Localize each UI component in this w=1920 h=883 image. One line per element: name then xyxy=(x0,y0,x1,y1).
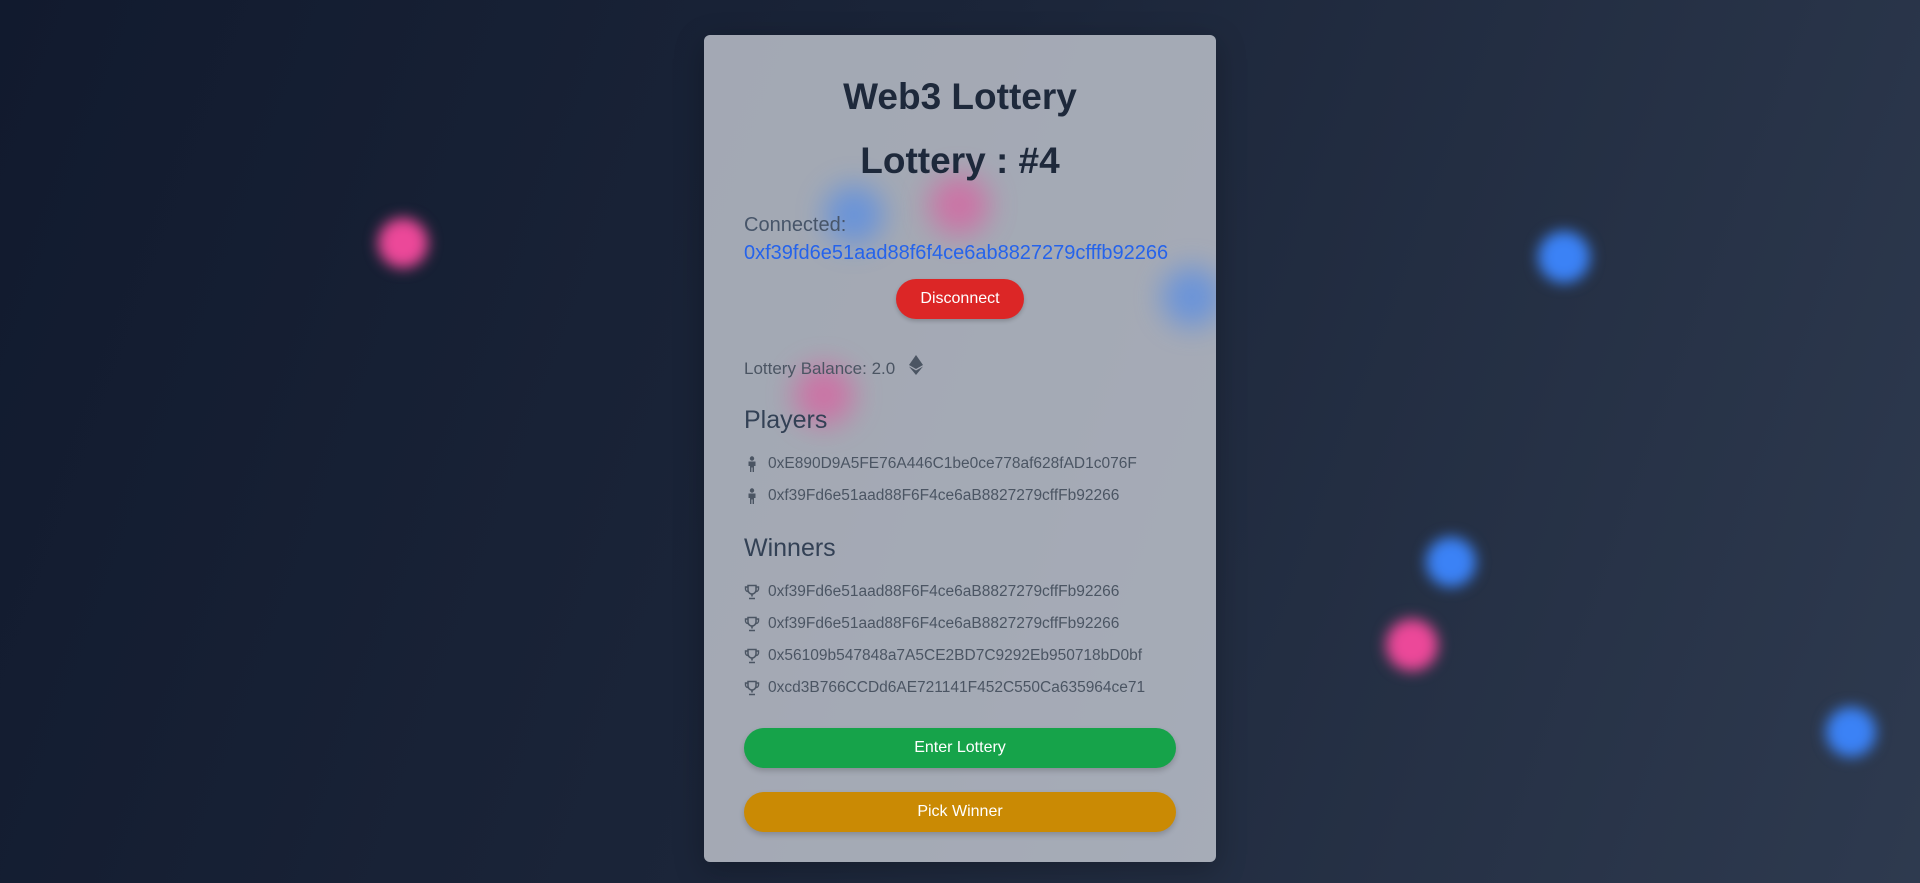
players-list: 0xE890D9A5FE76A446C1be0ce778af628fAD1c07… xyxy=(744,448,1176,512)
winner-address: 0xcd3B766CCDd6AE721141F452C550Ca635964ce… xyxy=(768,679,1146,696)
person-icon xyxy=(744,456,760,472)
ethereum-icon xyxy=(909,355,924,382)
winner-list-item: 0xf39Fd6e51aad88F6F4ce6aB8827279cffFb922… xyxy=(744,608,1176,640)
winner-address: 0xf39Fd6e51aad88F6F4ce6aB8827279cffFb922… xyxy=(768,615,1120,632)
player-list-item: 0xf39Fd6e51aad88F6F4ce6aB8827279cffFb922… xyxy=(744,480,1176,512)
winners-heading: Winners xyxy=(744,534,836,562)
player-list-item: 0xE890D9A5FE76A446C1be0ce778af628fAD1c07… xyxy=(744,448,1176,480)
player-address: 0xE890D9A5FE76A446C1be0ce778af628fAD1c07… xyxy=(768,455,1137,472)
background-orb-pink xyxy=(378,218,428,268)
person-icon xyxy=(744,488,760,504)
background-orb-blue xyxy=(1826,707,1876,757)
players-heading: Players xyxy=(744,406,828,434)
winners-list: 0xf39Fd6e51aad88F6F4ce6aB8827279cffFb922… xyxy=(744,576,1176,704)
disconnect-button[interactable]: Disconnect xyxy=(896,279,1024,319)
winner-list-item: 0xcd3B766CCDd6AE721141F452C550Ca635964ce… xyxy=(744,672,1176,704)
trophy-icon xyxy=(744,584,760,600)
winner-list-item: 0x56109b547848a7A5CE2BD7C9292Eb950718bD0… xyxy=(744,640,1176,672)
winner-address: 0xf39Fd6e51aad88F6F4ce6aB8827279cffFb922… xyxy=(768,583,1120,600)
lottery-balance-text: Lottery Balance: 2.0 xyxy=(744,358,896,378)
background-orb-blue xyxy=(1538,231,1590,283)
lottery-balance: Lottery Balance: 2.0 xyxy=(744,355,1176,382)
app-title: Web3 Lottery xyxy=(843,76,1077,117)
trophy-icon xyxy=(744,616,760,632)
connected-label: Connected: xyxy=(744,214,847,236)
winner-address: 0x56109b547848a7A5CE2BD7C9292Eb950718bD0… xyxy=(768,647,1143,664)
trophy-icon xyxy=(744,680,760,696)
lottery-card: Web3 Lottery Lottery : #4 Connected: 0xf… xyxy=(704,35,1216,862)
wallet-address: 0xf39fd6e51aad88f6f4ce6ab8827279cfffb922… xyxy=(744,242,1169,264)
pick-winner-button[interactable]: Pick Winner xyxy=(744,792,1176,832)
lottery-id-heading: Lottery : #4 xyxy=(860,140,1060,181)
winner-list-item: 0xf39Fd6e51aad88F6F4ce6aB8827279cffFb922… xyxy=(744,576,1176,608)
enter-lottery-button[interactable]: Enter Lottery xyxy=(744,728,1176,768)
trophy-icon xyxy=(744,648,760,664)
background-orb-blue xyxy=(1426,537,1476,587)
background-orb-pink xyxy=(1386,619,1438,671)
player-address: 0xf39Fd6e51aad88F6F4ce6aB8827279cffFb922… xyxy=(768,487,1120,504)
